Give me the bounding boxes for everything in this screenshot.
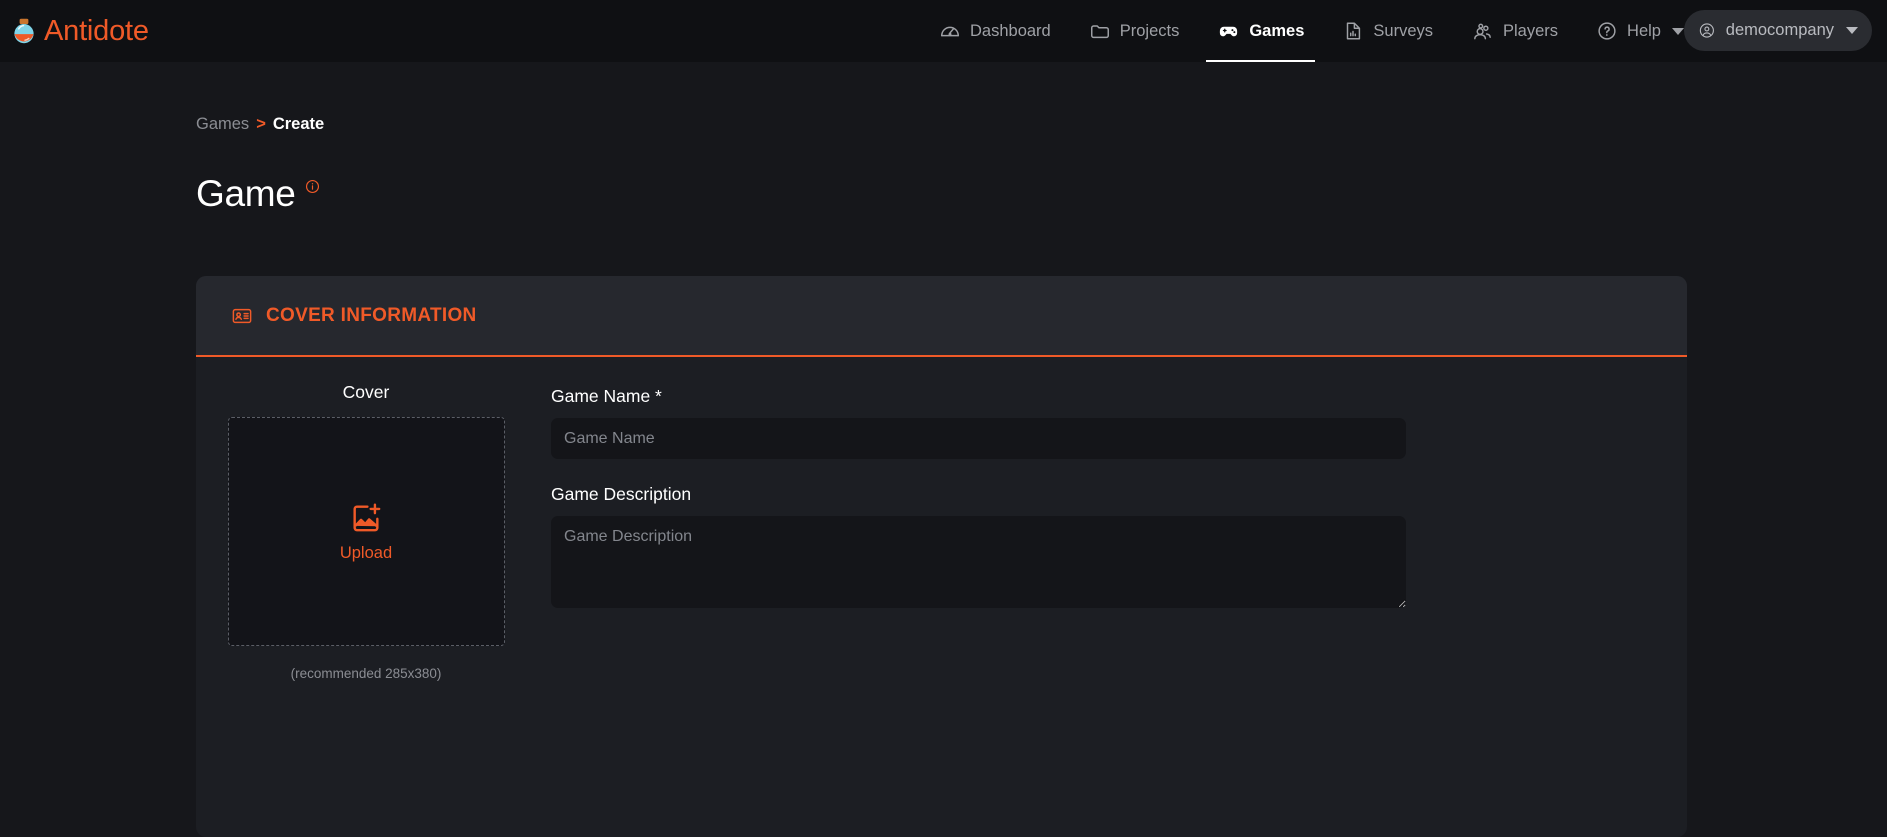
chevron-down-icon (1671, 27, 1684, 35)
game-description-textarea[interactable] (551, 516, 1406, 608)
gamepad-icon (1220, 26, 1238, 36)
id-card-icon (232, 308, 252, 323)
nav-label-games: Games (1249, 21, 1305, 40)
potion-bottle-icon (14, 18, 34, 44)
breadcrumb-create: Create (272, 115, 325, 133)
cover-information-card: COVER INFORMATION Cover Upload (recommen… (196, 276, 1687, 837)
brand-logo[interactable]: Antidote (10, 15, 149, 48)
folder-icon (1090, 25, 1109, 39)
account-menu-button[interactable]: democompany (1684, 10, 1872, 51)
top-navigation-bar: Antidote Dashboard Projects Games Survey… (0, 0, 1887, 62)
nav-label-surveys: Surveys (1373, 21, 1433, 40)
speedometer-icon (941, 26, 959, 37)
nav-item-players[interactable]: Players (1452, 0, 1577, 62)
nav-item-dashboard[interactable]: Dashboard (920, 0, 1070, 62)
cover-size-hint: (recommended 285x380) (290, 666, 442, 681)
game-fields-section: Game Name * Game Description (551, 382, 1406, 681)
brand-name: Antidote (44, 14, 149, 47)
add-image-icon (353, 502, 381, 531)
page-title: Game (196, 173, 296, 214)
breadcrumb: Games > Create (196, 115, 324, 134)
cover-label: Cover (342, 382, 390, 402)
cover-upload-dropzone[interactable]: Upload (227, 417, 505, 646)
user-circle-icon (1699, 23, 1714, 38)
nav-label-help: Help (1627, 21, 1661, 40)
nav-item-surveys[interactable]: Surveys (1323, 0, 1452, 62)
upload-label: Upload (339, 543, 393, 562)
breadcrumb-games[interactable]: Games (196, 115, 249, 134)
nav-label-dashboard: Dashboard (970, 21, 1051, 40)
breadcrumb-separator: > (256, 115, 266, 133)
nav-item-projects[interactable]: Projects (1070, 0, 1199, 62)
card-body: Cover Upload (recommended 285x380) Game … (196, 357, 1687, 681)
nav-label-players: Players (1503, 21, 1559, 40)
nav-item-games[interactable]: Games (1198, 0, 1323, 62)
account-name: democompany (1725, 21, 1834, 39)
game-name-input[interactable] (551, 418, 1406, 459)
main-nav: Dashboard Projects Games Surveys Players… (920, 0, 1703, 62)
chevron-down-icon (1846, 27, 1858, 34)
page-title-row: Game (196, 172, 320, 216)
field-spacer (551, 459, 1406, 484)
people-icon (1474, 23, 1491, 39)
question-circle-icon (1598, 22, 1616, 40)
game-name-label: Game Name * (551, 386, 662, 406)
card-header-title: COVER INFORMATION (266, 304, 477, 326)
document-chart-icon (1347, 22, 1361, 40)
cover-upload-section: Cover Upload (recommended 285x380) (226, 382, 506, 681)
card-header: COVER INFORMATION (196, 276, 1687, 357)
nav-label-projects: Projects (1119, 21, 1180, 40)
info-circle-icon[interactable] (305, 179, 320, 194)
game-description-label: Game Description (551, 484, 692, 504)
